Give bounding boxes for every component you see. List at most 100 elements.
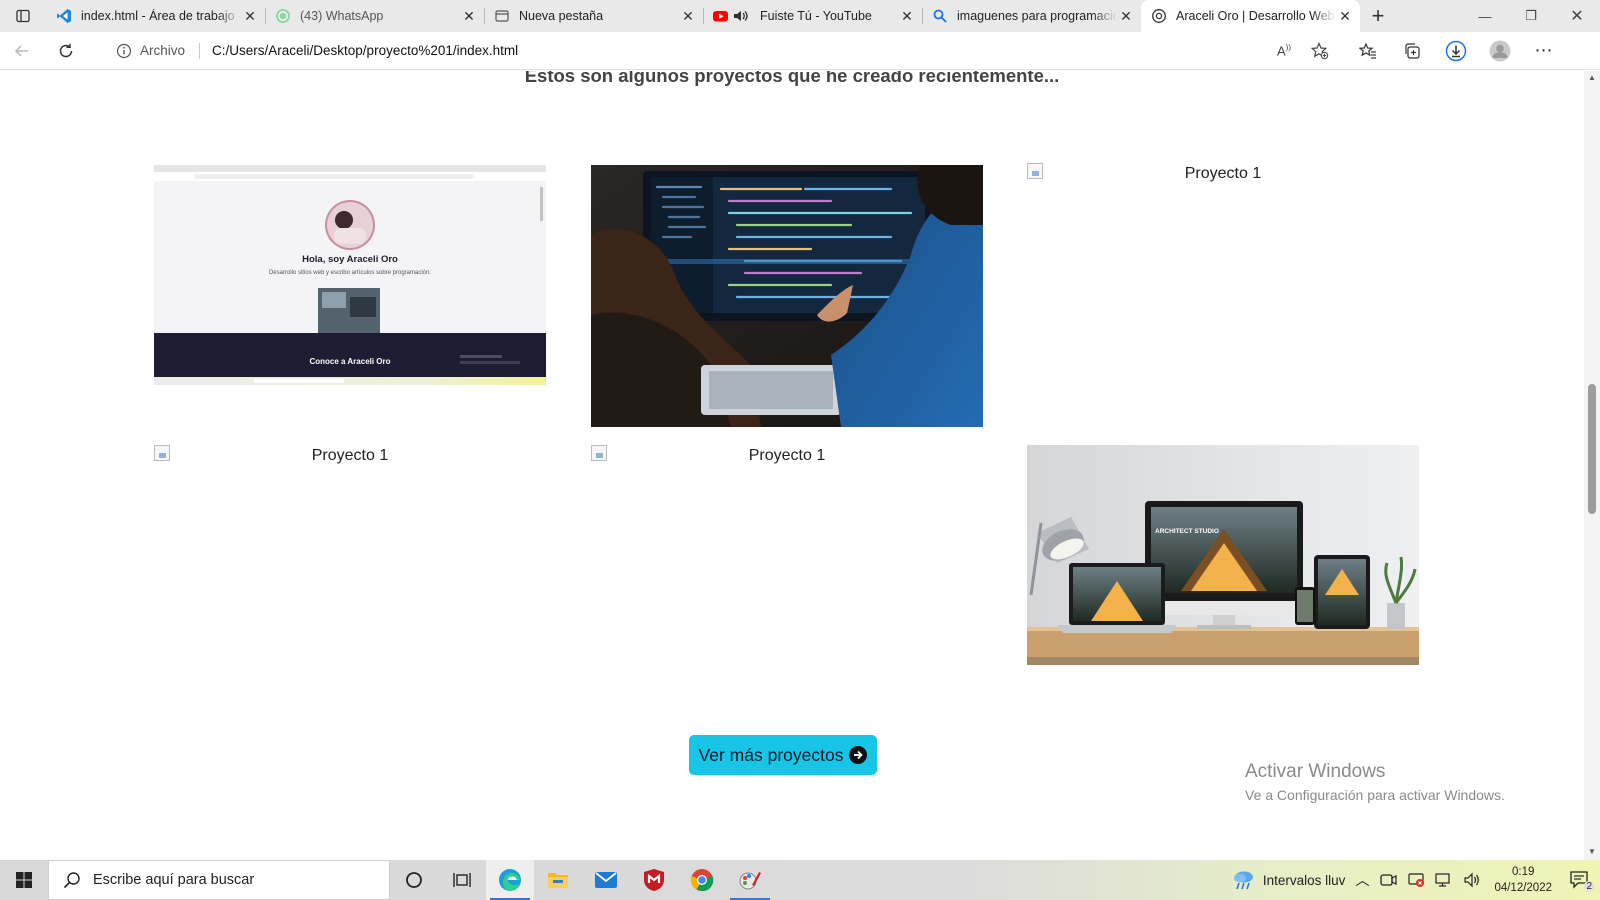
favorites-button[interactable] bbox=[1346, 32, 1390, 70]
tab-search[interactable]: imaguenes para programacion - Buscar ✕ bbox=[922, 0, 1141, 32]
taskbar-clock[interactable]: 0:19 04/12/2022 bbox=[1486, 864, 1560, 896]
minimize-button[interactable]: — bbox=[1462, 0, 1508, 32]
tab-new-tab[interactable]: Nueva pestaña ✕ bbox=[484, 0, 703, 32]
tray-security[interactable] bbox=[1402, 860, 1430, 900]
downloads-button[interactable] bbox=[1434, 32, 1478, 70]
project-thumbnail-6[interactable]: ARCHITECT STUDIO bbox=[1027, 445, 1419, 665]
refresh-button[interactable] bbox=[44, 32, 88, 70]
close-tab-icon[interactable]: ✕ bbox=[1336, 7, 1354, 25]
tab-vscode[interactable]: index.html - Área de trabajo - Visual St… bbox=[46, 0, 265, 32]
taskbar-mcafee[interactable] bbox=[630, 860, 678, 900]
vscode-icon bbox=[56, 8, 72, 24]
avatar bbox=[1489, 40, 1511, 61]
view-more-label: Ver más proyectos bbox=[698, 744, 844, 765]
programmers-photo-image bbox=[591, 165, 983, 427]
restore-button[interactable]: ❐ bbox=[1508, 0, 1554, 32]
favorites-icon bbox=[1359, 41, 1376, 59]
scroll-up-icon[interactable]: ▲ bbox=[1588, 73, 1596, 82]
cortana-button[interactable] bbox=[390, 860, 438, 900]
close-tab-icon[interactable]: ✕ bbox=[460, 7, 478, 25]
collections-button[interactable] bbox=[1390, 32, 1434, 70]
url-text[interactable]: C:/Users/Araceli/Desktop/proyecto%201/in… bbox=[212, 43, 518, 58]
tab-actions-button[interactable] bbox=[0, 0, 46, 32]
weather-widget[interactable]: Intervalos lluv bbox=[1226, 860, 1351, 900]
newtab-page-icon bbox=[494, 8, 510, 24]
tab-title: Araceli Oro | Desarrollo Web Front-End bbox=[1176, 9, 1336, 23]
project-thumbnail-5[interactable]: Proyecto 1 bbox=[591, 445, 983, 469]
taskbar-edge[interactable] bbox=[486, 860, 534, 900]
tab-strip: index.html - Área de trabajo - Visual St… bbox=[0, 0, 1600, 32]
mockup-brand-text: ARCHITECT STUDIO bbox=[1155, 528, 1219, 535]
project-thumbnail-3[interactable]: Proyecto 1 bbox=[1027, 163, 1419, 187]
refresh-icon bbox=[59, 43, 73, 57]
scrollbar-thumb[interactable] bbox=[1588, 384, 1596, 514]
folder-icon bbox=[548, 873, 568, 888]
weather-text: Intervalos lluv bbox=[1262, 872, 1346, 888]
tab-title: imaguenes para programacion - Buscar bbox=[957, 9, 1117, 23]
address-bar[interactable]: Archivo C:/Users/Araceli/Desktop/proyect… bbox=[98, 36, 1338, 66]
activate-windows-subtitle: Ve a Configuración para activar Windows. bbox=[1245, 787, 1505, 803]
close-tab-icon[interactable]: ✕ bbox=[1117, 7, 1135, 25]
divider bbox=[199, 42, 201, 59]
settings-menu-button[interactable]: ⋯ bbox=[1522, 32, 1566, 70]
mail-icon bbox=[595, 872, 617, 888]
notification-count-badge: 2 bbox=[1584, 881, 1594, 892]
scroll-down-icon[interactable]: ▼ bbox=[1588, 847, 1596, 856]
notification-center-button[interactable]: 2 bbox=[1560, 860, 1600, 900]
windows-logo-icon bbox=[16, 872, 32, 888]
tab-whatsapp[interactable]: (43) WhatsApp ✕ bbox=[265, 0, 484, 32]
tab-actions-icon bbox=[16, 9, 30, 23]
start-button[interactable] bbox=[0, 860, 48, 900]
tab-title: Fuiste Tú - YouTube bbox=[760, 9, 872, 23]
close-tab-icon[interactable]: ✕ bbox=[898, 7, 916, 25]
thumb-tagline: Desarrollo sitios web y escribo artículo… bbox=[269, 270, 431, 276]
activate-windows-watermark: Activar Windows Ve a Configuración para … bbox=[1245, 761, 1505, 803]
thumb-banner: Conoce a Araceli Oro bbox=[309, 357, 390, 366]
network-icon bbox=[1435, 873, 1451, 887]
tab-title: index.html - Área de trabajo - Visual St… bbox=[81, 9, 241, 23]
search-placeholder: Escribe aquí para buscar bbox=[93, 872, 255, 888]
site-label: Archivo bbox=[140, 43, 186, 58]
view-more-projects-button[interactable]: Ver más proyectos bbox=[689, 735, 877, 775]
system-tray: Intervalos lluv ︿ 0:19 04/12/2022 2 bbox=[1226, 860, 1600, 900]
tray-network[interactable] bbox=[1430, 860, 1458, 900]
clock-time: 0:19 bbox=[1512, 866, 1535, 878]
rain-cloud-icon bbox=[1233, 871, 1253, 890]
tray-meet-now[interactable] bbox=[1374, 860, 1402, 900]
task-view-button[interactable] bbox=[438, 860, 486, 900]
new-tab-button[interactable]: + bbox=[1360, 0, 1396, 32]
read-aloud-button[interactable]: A)) bbox=[1266, 36, 1302, 66]
add-favorite-button[interactable] bbox=[1302, 36, 1338, 66]
portfolio-screenshot-image: Hola, soy Araceli Oro Desarrollo sitios … bbox=[154, 165, 546, 385]
taskbar-search-input[interactable]: Escribe aquí para buscar bbox=[48, 860, 390, 900]
taskbar-paint-app[interactable] bbox=[726, 860, 774, 900]
project-thumbnail-2[interactable] bbox=[591, 165, 983, 427]
project-thumbnail-4[interactable]: Proyecto 1 bbox=[154, 445, 546, 469]
shield-status-icon bbox=[1408, 873, 1425, 887]
project-thumbnail-1[interactable]: Hola, soy Araceli Oro Desarrollo sitios … bbox=[154, 165, 546, 385]
minimize-icon: — bbox=[1478, 8, 1492, 24]
back-button[interactable] bbox=[0, 32, 44, 70]
tray-volume[interactable] bbox=[1458, 860, 1486, 900]
tab-araceli-oro[interactable]: Araceli Oro | Desarrollo Web Front-End ✕ bbox=[1141, 0, 1360, 32]
info-icon[interactable] bbox=[116, 43, 132, 59]
cortana-icon bbox=[406, 872, 422, 888]
close-tab-icon[interactable]: ✕ bbox=[241, 7, 259, 25]
taskbar-file-explorer[interactable] bbox=[534, 860, 582, 900]
close-window-button[interactable]: ✕ bbox=[1554, 0, 1600, 32]
taskbar-chrome[interactable] bbox=[678, 860, 726, 900]
image-alt-text: Proyecto 1 bbox=[311, 447, 389, 464]
meet-now-icon bbox=[1380, 874, 1398, 886]
edge-icon bbox=[499, 869, 521, 891]
profile-button[interactable] bbox=[1478, 32, 1522, 70]
collections-icon bbox=[1405, 42, 1420, 59]
download-icon bbox=[1445, 40, 1467, 61]
page-scrollbar[interactable]: ▲ ▼ bbox=[1584, 71, 1600, 860]
image-alt-text: Proyecto 1 bbox=[748, 447, 826, 464]
show-hidden-icons-button[interactable]: ︿ bbox=[1350, 860, 1374, 900]
projects-subtitle: Estos son algunos proyectos que he cread… bbox=[524, 71, 1060, 86]
globe-icon bbox=[1151, 8, 1167, 24]
taskbar-mail[interactable] bbox=[582, 860, 630, 900]
close-tab-icon[interactable]: ✕ bbox=[679, 7, 697, 25]
tab-youtube[interactable]: Fuiste Tú - YouTube ✕ bbox=[703, 0, 922, 32]
